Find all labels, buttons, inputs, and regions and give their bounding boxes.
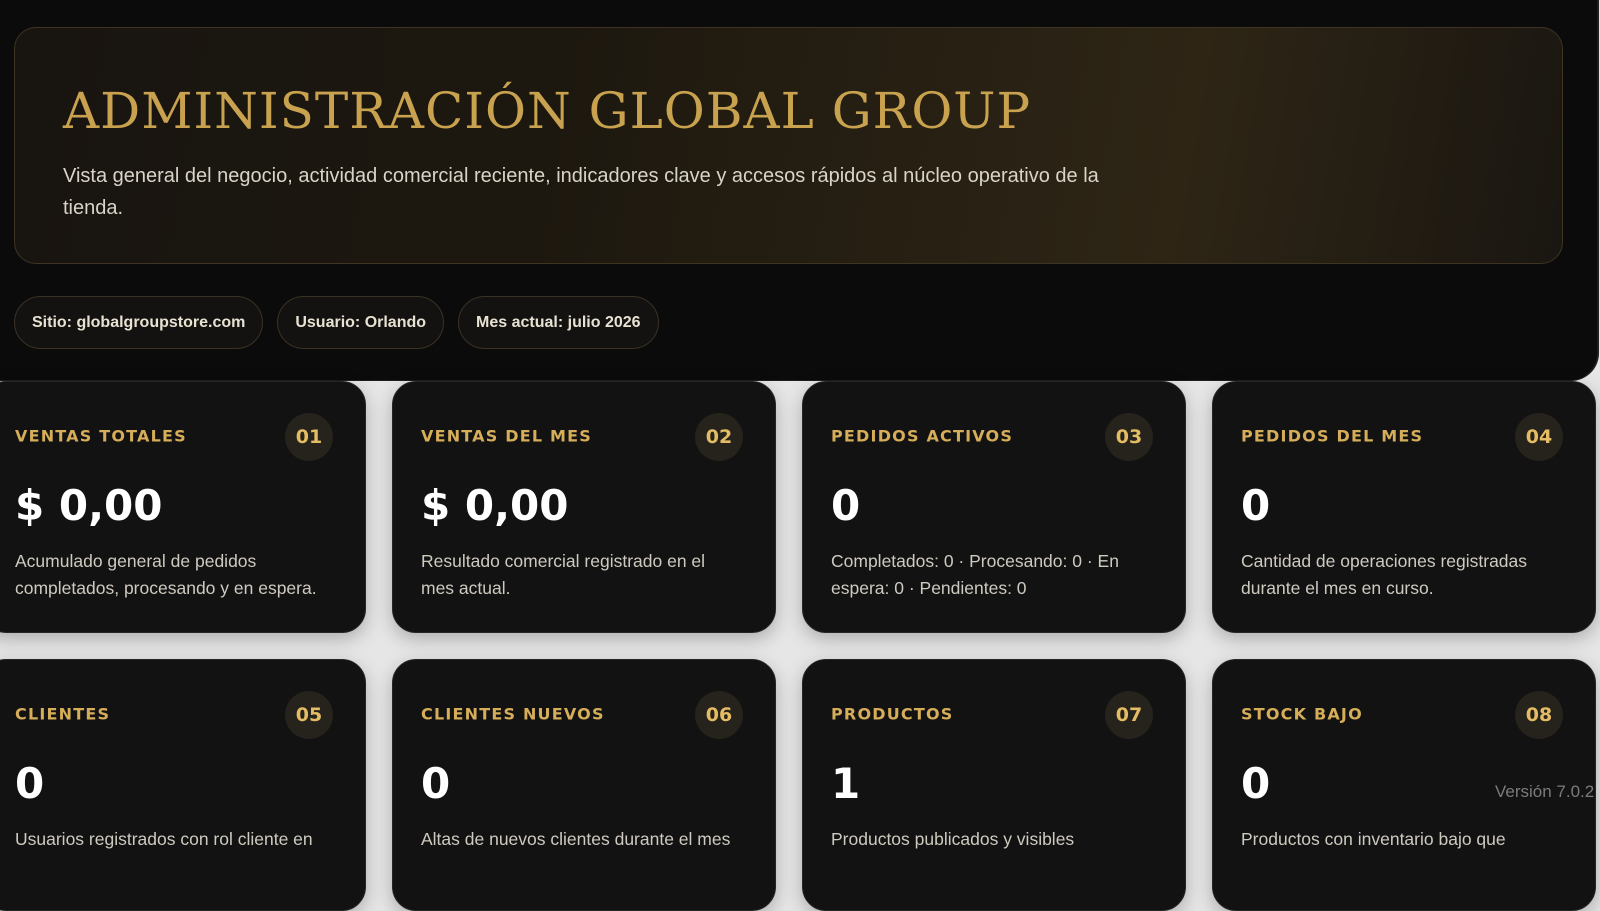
stat-card-number-badge: 05 (285, 691, 333, 739)
stat-card-value: 0 (421, 759, 451, 808)
version-label: Versión 7.0.2 (1495, 782, 1595, 801)
stat-card-number-badge: 04 (1515, 413, 1563, 461)
stat-card-description: Acumulado general de pedidos completados… (15, 551, 317, 598)
stat-card-number-badge: 03 (1105, 413, 1153, 461)
page-subtitle: Vista general del negocio, actividad com… (63, 165, 1099, 219)
stat-card-label: VENTAS DEL MES (421, 426, 593, 446)
stat-card-ventas-del-mes[interactable]: VENTAS DEL MES 02 $ 0,00 Resultado comer… (392, 381, 776, 633)
stat-card-value: 0 (15, 759, 45, 808)
stat-card-ventas-totales[interactable]: VENTAS TOTALES 01 $ 0,00 Acumulado gener… (0, 381, 366, 633)
stat-card-number-badge: 06 (695, 691, 743, 739)
site-chip: Sitio: globalgroupstore.com (14, 296, 264, 349)
hero-banner: ADMINISTRACIÓN GLOBAL GROUP Vista genera… (14, 27, 1563, 264)
stat-card-label: VENTAS TOTALES (15, 426, 187, 446)
stat-card-label: PEDIDOS ACTIVOS (831, 426, 1014, 446)
user-chip: Usuario: Orlando (277, 296, 445, 349)
stat-card-number-badge: 02 (695, 413, 743, 461)
stat-card-number-badge: 07 (1105, 691, 1153, 739)
stat-card-value: 1 (831, 759, 861, 808)
stat-card-pedidos-del-mes[interactable]: PEDIDOS DEL MES 04 0 Cantidad de operaci… (1212, 381, 1596, 633)
current-month-chip: Mes actual: julio 2026 (458, 296, 659, 349)
stat-card-label: PRODUCTOS (831, 704, 954, 724)
stat-card-productos[interactable]: PRODUCTOS 07 1 Productos publicados y vi… (802, 659, 1186, 911)
dashboard-header-panel: ADMINISTRACIÓN GLOBAL GROUP Vista genera… (0, 0, 1599, 381)
stat-card-clientes-nuevos[interactable]: CLIENTES NUEVOS 06 0 Altas de nuevos cli… (392, 659, 776, 911)
stat-card-label: CLIENTES (15, 704, 111, 724)
info-chips: Sitio: globalgroupstore.com Usuario: Orl… (14, 296, 659, 349)
stat-card-description: Productos publicados y visibles (831, 829, 1075, 849)
stat-card-label: CLIENTES NUEVOS (421, 704, 605, 724)
stat-card-clientes[interactable]: CLIENTES 05 0 Usuarios registrados con r… (0, 659, 366, 911)
stat-card-number-badge: 01 (285, 413, 333, 461)
stat-card-description: Productos con inventario bajo que (1241, 829, 1506, 849)
stat-card-value: 0 (1241, 759, 1271, 808)
stat-card-description: Completados: 0 · Procesando: 0 · En espe… (831, 551, 1119, 598)
stat-card-label: PEDIDOS DEL MES (1241, 426, 1424, 446)
stat-card-description: Cantidad de operaciones registradas dura… (1241, 551, 1528, 598)
stat-card-value: $ 0,00 (15, 481, 163, 530)
stat-card-description: Usuarios registrados con rol cliente en (15, 829, 313, 849)
stat-card-value: $ 0,00 (421, 481, 569, 530)
stat-card-value: 0 (1241, 481, 1271, 530)
page-title: ADMINISTRACIÓN GLOBAL GROUP (63, 82, 1032, 140)
stat-card-value: 0 (831, 481, 861, 530)
stat-card-description: Altas de nuevos clientes durante el mes (421, 829, 731, 849)
stat-card-label: STOCK BAJO (1241, 704, 1363, 724)
stat-card-pedidos-activos[interactable]: PEDIDOS ACTIVOS 03 0 Completados: 0 · Pr… (802, 381, 1186, 633)
stat-card-number-badge: 08 (1515, 691, 1563, 739)
stat-card-description: Resultado comercial registrado en el mes… (421, 551, 706, 598)
